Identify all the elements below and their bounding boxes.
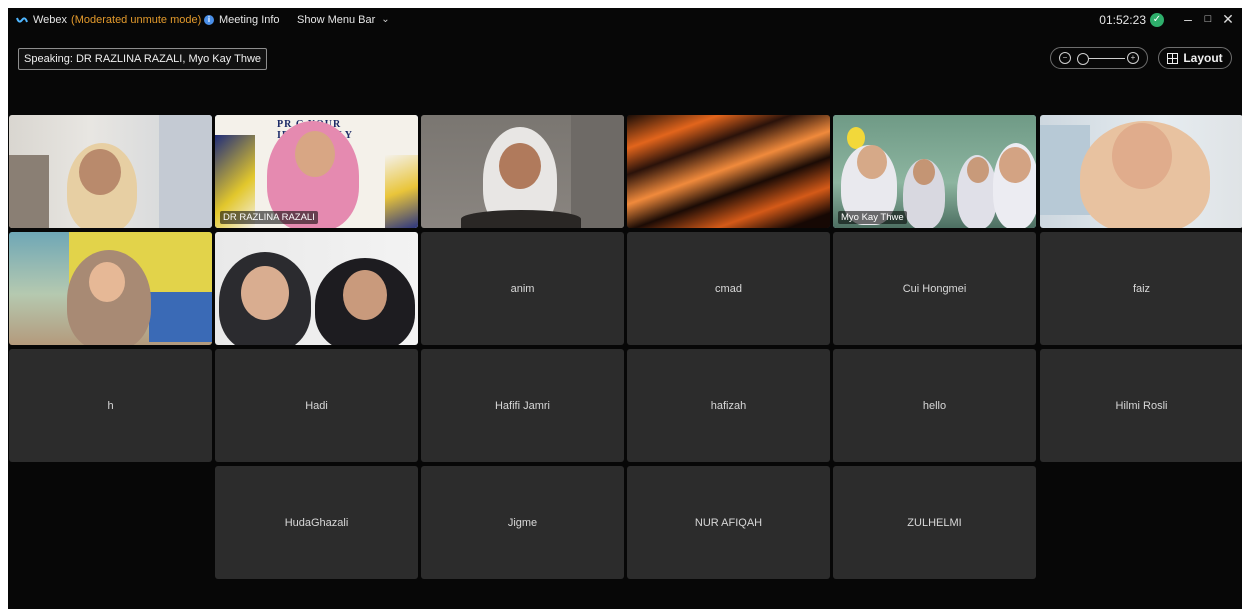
webex-meeting-window: Webex (Moderated unmute mode) i Meeting … [8, 8, 1242, 609]
participant-name: Jigme [507, 516, 538, 529]
meeting-clock: 01:52:23 [1099, 13, 1146, 27]
video-tile-7[interactable] [9, 232, 212, 345]
video-tile-3[interactable] [421, 115, 624, 228]
webex-logo-icon [16, 16, 28, 23]
participant-tile[interactable]: Hilmi Rosli [1040, 349, 1242, 462]
participant-video [421, 115, 624, 228]
participant-tile[interactable]: anim [421, 232, 624, 345]
video-tile-8[interactable] [215, 232, 418, 345]
info-icon: i [204, 15, 214, 25]
participant-name: ZULHELMI [907, 516, 962, 529]
participant-name: hello [922, 399, 947, 412]
meeting-info-button[interactable]: i Meeting Info [204, 13, 280, 27]
grid-layout-icon [1167, 52, 1179, 64]
participant-name: faiz [1132, 282, 1151, 295]
zoom-in-icon[interactable]: + [1127, 52, 1139, 64]
participant-name-label: Myo Kay Thwe [838, 211, 907, 224]
participant-name: cmad [715, 282, 742, 295]
close-icon[interactable]: ✕ [1220, 11, 1236, 28]
chevron-down-icon: ⌄ [381, 14, 390, 25]
participant-tile[interactable]: cmad [627, 232, 830, 345]
participant-tile[interactable]: Hadi [215, 349, 418, 462]
participant-name: anim [510, 282, 535, 295]
meeting-info-label: Meeting Info [219, 14, 280, 26]
participant-tile[interactable]: ZULHELMI [833, 466, 1036, 579]
app-name: Webex [33, 14, 68, 26]
participant-video [9, 232, 212, 345]
participant-video [1040, 115, 1242, 228]
participant-tile[interactable]: Cui Hongmei [833, 232, 1036, 345]
participant-name: Hafifi Jamri [494, 399, 550, 412]
zoom-slider[interactable]: − + [1050, 47, 1148, 69]
video-tile-1[interactable] [9, 115, 212, 228]
participant-video [215, 232, 418, 345]
participant-name: Cui Hongmei [902, 282, 967, 295]
video-tile-5[interactable]: Myo Kay Thwe [833, 115, 1036, 228]
participant-name: Hadi [305, 399, 328, 412]
participant-name-label: DR RAZLINA RAZALI [220, 211, 318, 224]
zoom-out-icon[interactable]: − [1059, 52, 1071, 64]
participant-name: hafizah [710, 399, 747, 412]
video-tile-4[interactable] [627, 115, 830, 228]
show-menu-bar-button[interactable]: Show Menu Bar ⌄ [297, 13, 390, 27]
participant-tile[interactable]: NUR AFIQAH [627, 466, 830, 579]
layout-label: Layout [1183, 51, 1223, 65]
participant-tile[interactable]: HudaGhazali [215, 466, 418, 579]
participant-tile[interactable]: h [9, 349, 212, 462]
show-menu-bar-label: Show Menu Bar [297, 14, 376, 26]
participant-tile[interactable]: faiz [1040, 232, 1242, 345]
zoom-track[interactable] [1085, 58, 1125, 59]
unmute-mode-label: (Moderated unmute mode) [71, 14, 202, 26]
maximize-icon[interactable]: □ [1200, 13, 1216, 25]
participant-tile[interactable]: hello [833, 349, 1036, 462]
participant-tile[interactable]: Hafifi Jamri [421, 349, 624, 462]
participant-name: HudaGhazali [284, 516, 349, 529]
minimize-icon[interactable]: – [1180, 11, 1196, 27]
participant-tile[interactable]: Jigme [421, 466, 624, 579]
title-bar: Webex (Moderated unmute mode) i Meeting … [8, 8, 1242, 34]
zoom-handle[interactable] [1077, 53, 1089, 65]
participant-tile[interactable]: hafizah [627, 349, 830, 462]
participant-video [627, 115, 830, 228]
video-tile-2[interactable]: PR G YOUR IDE CTIVELY DR RAZLINA RAZALI [215, 115, 418, 228]
participant-name: NUR AFIQAH [694, 516, 763, 529]
video-tile-6[interactable] [1040, 115, 1242, 228]
layout-button[interactable]: Layout [1158, 47, 1232, 69]
connected-check-icon: ✓ [1150, 13, 1164, 27]
participant-name: h [107, 399, 114, 412]
speaking-indicator: Speaking: DR RAZLINA RAZALI, Myo Kay Thw… [18, 48, 267, 70]
participant-video [9, 115, 212, 228]
participant-name: Hilmi Rosli [1115, 399, 1168, 412]
app-title: Webex (Moderated unmute mode) [16, 13, 201, 27]
